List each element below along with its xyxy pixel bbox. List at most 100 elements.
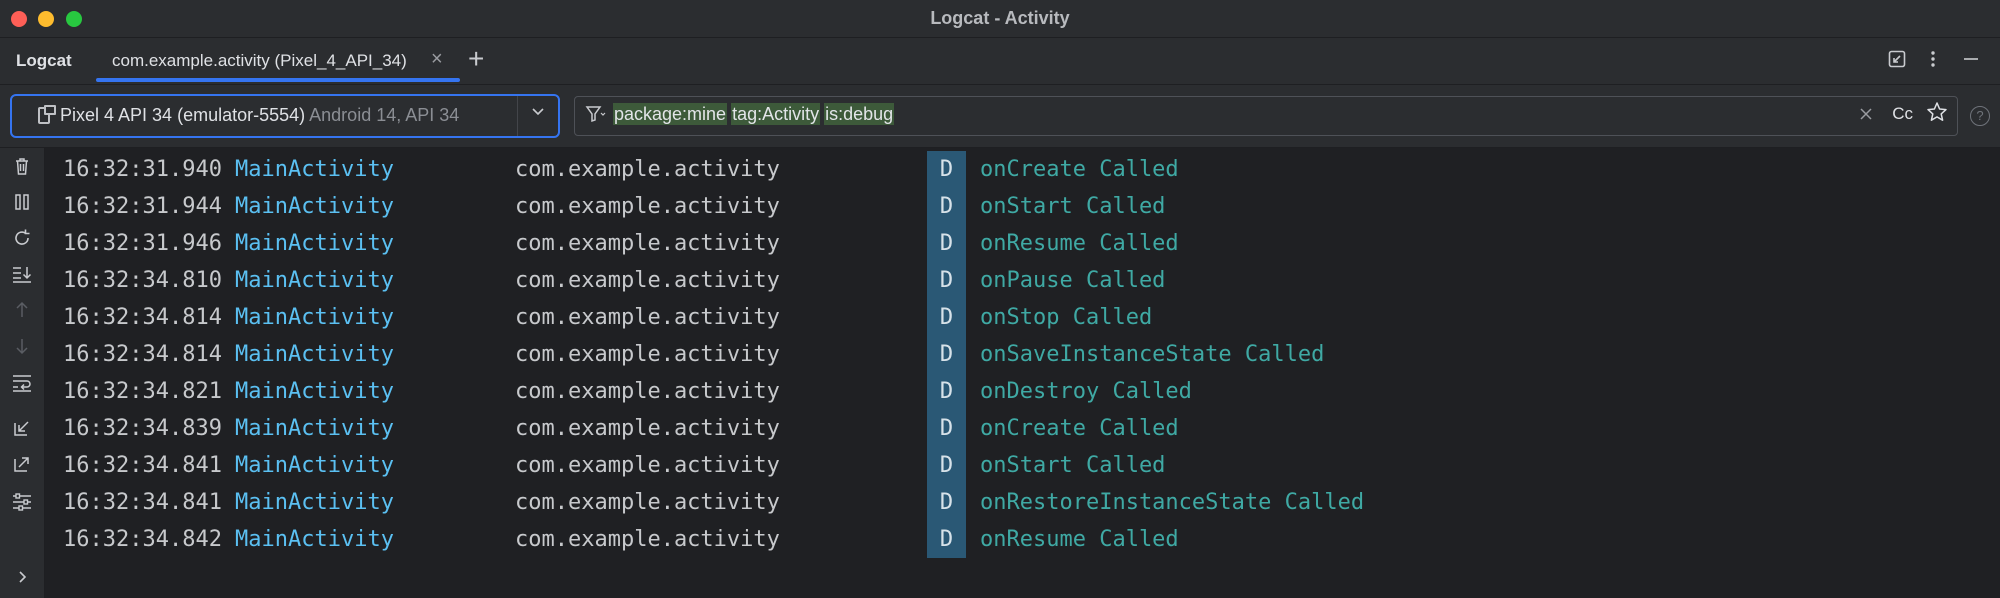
log-row: 16:32:34.821 MainActivity com.example.ac…	[45, 373, 2000, 410]
log-message: onRestoreInstanceState Called	[980, 490, 1365, 515]
log-timestamp: 16:32:34.841	[63, 453, 222, 478]
filter-icon[interactable]	[585, 104, 607, 130]
log-row: 16:32:34.841 MainActivity com.example.ac…	[45, 447, 2000, 484]
add-tab-icon[interactable]: +	[468, 43, 484, 75]
filter-chip-tag: tag:Activity	[731, 103, 821, 125]
log-message: onResume Called	[980, 231, 1179, 256]
log-level-badge: D	[927, 336, 966, 373]
log-level-badge: D	[927, 299, 966, 336]
filter-chip-level: is:debug	[824, 103, 895, 125]
log-level-badge: D	[927, 521, 966, 558]
log-timestamp: 16:32:34.821	[63, 379, 222, 404]
log-timestamp: 16:32:31.944	[63, 194, 222, 219]
device-api-label: Android 14, API 34	[309, 105, 460, 125]
log-row: 16:32:34.810 MainActivity com.example.ac…	[45, 262, 2000, 299]
scroll-to-end-icon[interactable]	[10, 264, 34, 290]
log-tag: MainActivity	[235, 490, 394, 515]
log-row: 16:32:34.814 MainActivity com.example.ac…	[45, 336, 2000, 373]
device-name: Pixel 4 API 34 (emulator-5554)	[60, 105, 306, 125]
filter-bar: Pixel 4 API 34 (emulator-5554) Android 1…	[0, 85, 2000, 148]
log-message: onStop Called	[980, 305, 1153, 330]
chevron-down-icon[interactable]	[530, 101, 546, 129]
tab-logcat-session[interactable]: com.example.activity (Pixel_4_API_34) ×	[96, 38, 460, 84]
log-row: 16:32:31.946 MainActivity com.example.ac…	[45, 225, 2000, 262]
log-level-badge: D	[927, 188, 966, 225]
favorite-filter-icon[interactable]	[1927, 101, 1947, 129]
log-package: com.example.activity	[515, 157, 780, 182]
log-package: com.example.activity	[515, 231, 780, 256]
log-timestamp: 16:32:34.842	[63, 527, 222, 552]
log-package: com.example.activity	[515, 305, 780, 330]
log-row: 16:32:34.841 MainActivity com.example.ac…	[45, 484, 2000, 521]
log-tag: MainActivity	[235, 157, 394, 182]
active-tab-indicator	[96, 78, 460, 82]
log-package: com.example.activity	[515, 416, 780, 441]
device-selector-divider	[517, 96, 518, 136]
log-timestamp: 16:32:34.839	[63, 416, 222, 441]
title-bar: Logcat - Activity	[0, 0, 2000, 38]
log-row: 16:32:34.814 MainActivity com.example.ac…	[45, 299, 2000, 336]
import-icon[interactable]	[10, 418, 34, 444]
log-tag: MainActivity	[235, 231, 394, 256]
export-icon[interactable]	[10, 454, 34, 480]
log-row: 16:32:34.842 MainActivity com.example.ac…	[45, 521, 2000, 558]
log-message: onStart Called	[980, 194, 1166, 219]
log-message: onSaveInstanceState Called	[980, 342, 1325, 367]
next-occurrence-icon[interactable]	[10, 336, 34, 362]
log-level-badge: D	[927, 151, 966, 188]
help-icon[interactable]: ?	[1970, 106, 1990, 126]
close-tab-icon[interactable]: ×	[431, 48, 443, 71]
log-message: onPause Called	[980, 268, 1166, 293]
log-level-badge: D	[927, 373, 966, 410]
log-message: onCreate Called	[980, 416, 1179, 441]
log-timestamp: 16:32:31.940	[63, 157, 222, 182]
log-message: onResume Called	[980, 527, 1179, 552]
log-tag: MainActivity	[235, 416, 394, 441]
logcat-window: Logcat - Activity Logcat com.example.act…	[0, 0, 2000, 598]
log-output[interactable]: 16:32:31.940 MainActivity com.example.ac…	[45, 148, 2000, 598]
log-tag: MainActivity	[235, 379, 394, 404]
tool-window-title: Logcat	[16, 51, 72, 70]
window-title: Logcat - Activity	[930, 8, 1070, 28]
log-message: onStart Called	[980, 453, 1166, 478]
left-toolbar	[0, 148, 45, 598]
device-icon	[38, 105, 56, 124]
log-tag: MainActivity	[235, 268, 394, 293]
previous-occurrence-icon[interactable]	[10, 300, 34, 326]
log-package: com.example.activity	[515, 268, 780, 293]
log-level-badge: D	[927, 447, 966, 484]
log-row: 16:32:31.940 MainActivity com.example.ac…	[45, 151, 2000, 188]
restore-layout-icon[interactable]	[1888, 50, 1906, 73]
log-level-badge: D	[927, 262, 966, 299]
log-message: onDestroy Called	[980, 379, 1192, 404]
soft-wrap-icon[interactable]	[10, 372, 34, 398]
log-package: com.example.activity	[515, 342, 780, 367]
tab-bar: Logcat com.example.activity (Pixel_4_API…	[0, 38, 2000, 85]
log-timestamp: 16:32:34.810	[63, 268, 222, 293]
log-tag: MainActivity	[235, 453, 394, 478]
clear-filter-icon[interactable]	[1859, 103, 1873, 131]
match-case-button[interactable]: Cc	[1892, 104, 1913, 124]
clear-logcat-icon[interactable]	[10, 156, 34, 182]
log-package: com.example.activity	[515, 453, 780, 478]
log-timestamp: 16:32:34.814	[63, 305, 222, 330]
log-tag: MainActivity	[235, 305, 394, 330]
minimize-icon[interactable]	[1962, 50, 1980, 73]
logcat-format-icon[interactable]	[10, 492, 34, 518]
log-row: 16:32:31.944 MainActivity com.example.ac…	[45, 188, 2000, 225]
expand-icon[interactable]	[10, 566, 34, 592]
log-level-badge: D	[927, 410, 966, 447]
filter-query-input[interactable]: package:mine tag:Activity is:debug Cc	[574, 96, 1958, 136]
log-level-badge: D	[927, 484, 966, 521]
filter-query: package:mine tag:Activity is:debug	[613, 103, 898, 125]
pause-icon[interactable]	[10, 192, 34, 218]
log-tag: MainActivity	[235, 194, 394, 219]
more-options-icon[interactable]	[1929, 50, 1937, 73]
restart-icon[interactable]	[10, 228, 34, 254]
log-timestamp: 16:32:34.814	[63, 342, 222, 367]
log-package: com.example.activity	[515, 490, 780, 515]
log-row: 16:32:34.839 MainActivity com.example.ac…	[45, 410, 2000, 447]
device-selector[interactable]: Pixel 4 API 34 (emulator-5554) Android 1…	[10, 94, 560, 138]
log-tag: MainActivity	[235, 527, 394, 552]
log-package: com.example.activity	[515, 527, 780, 552]
